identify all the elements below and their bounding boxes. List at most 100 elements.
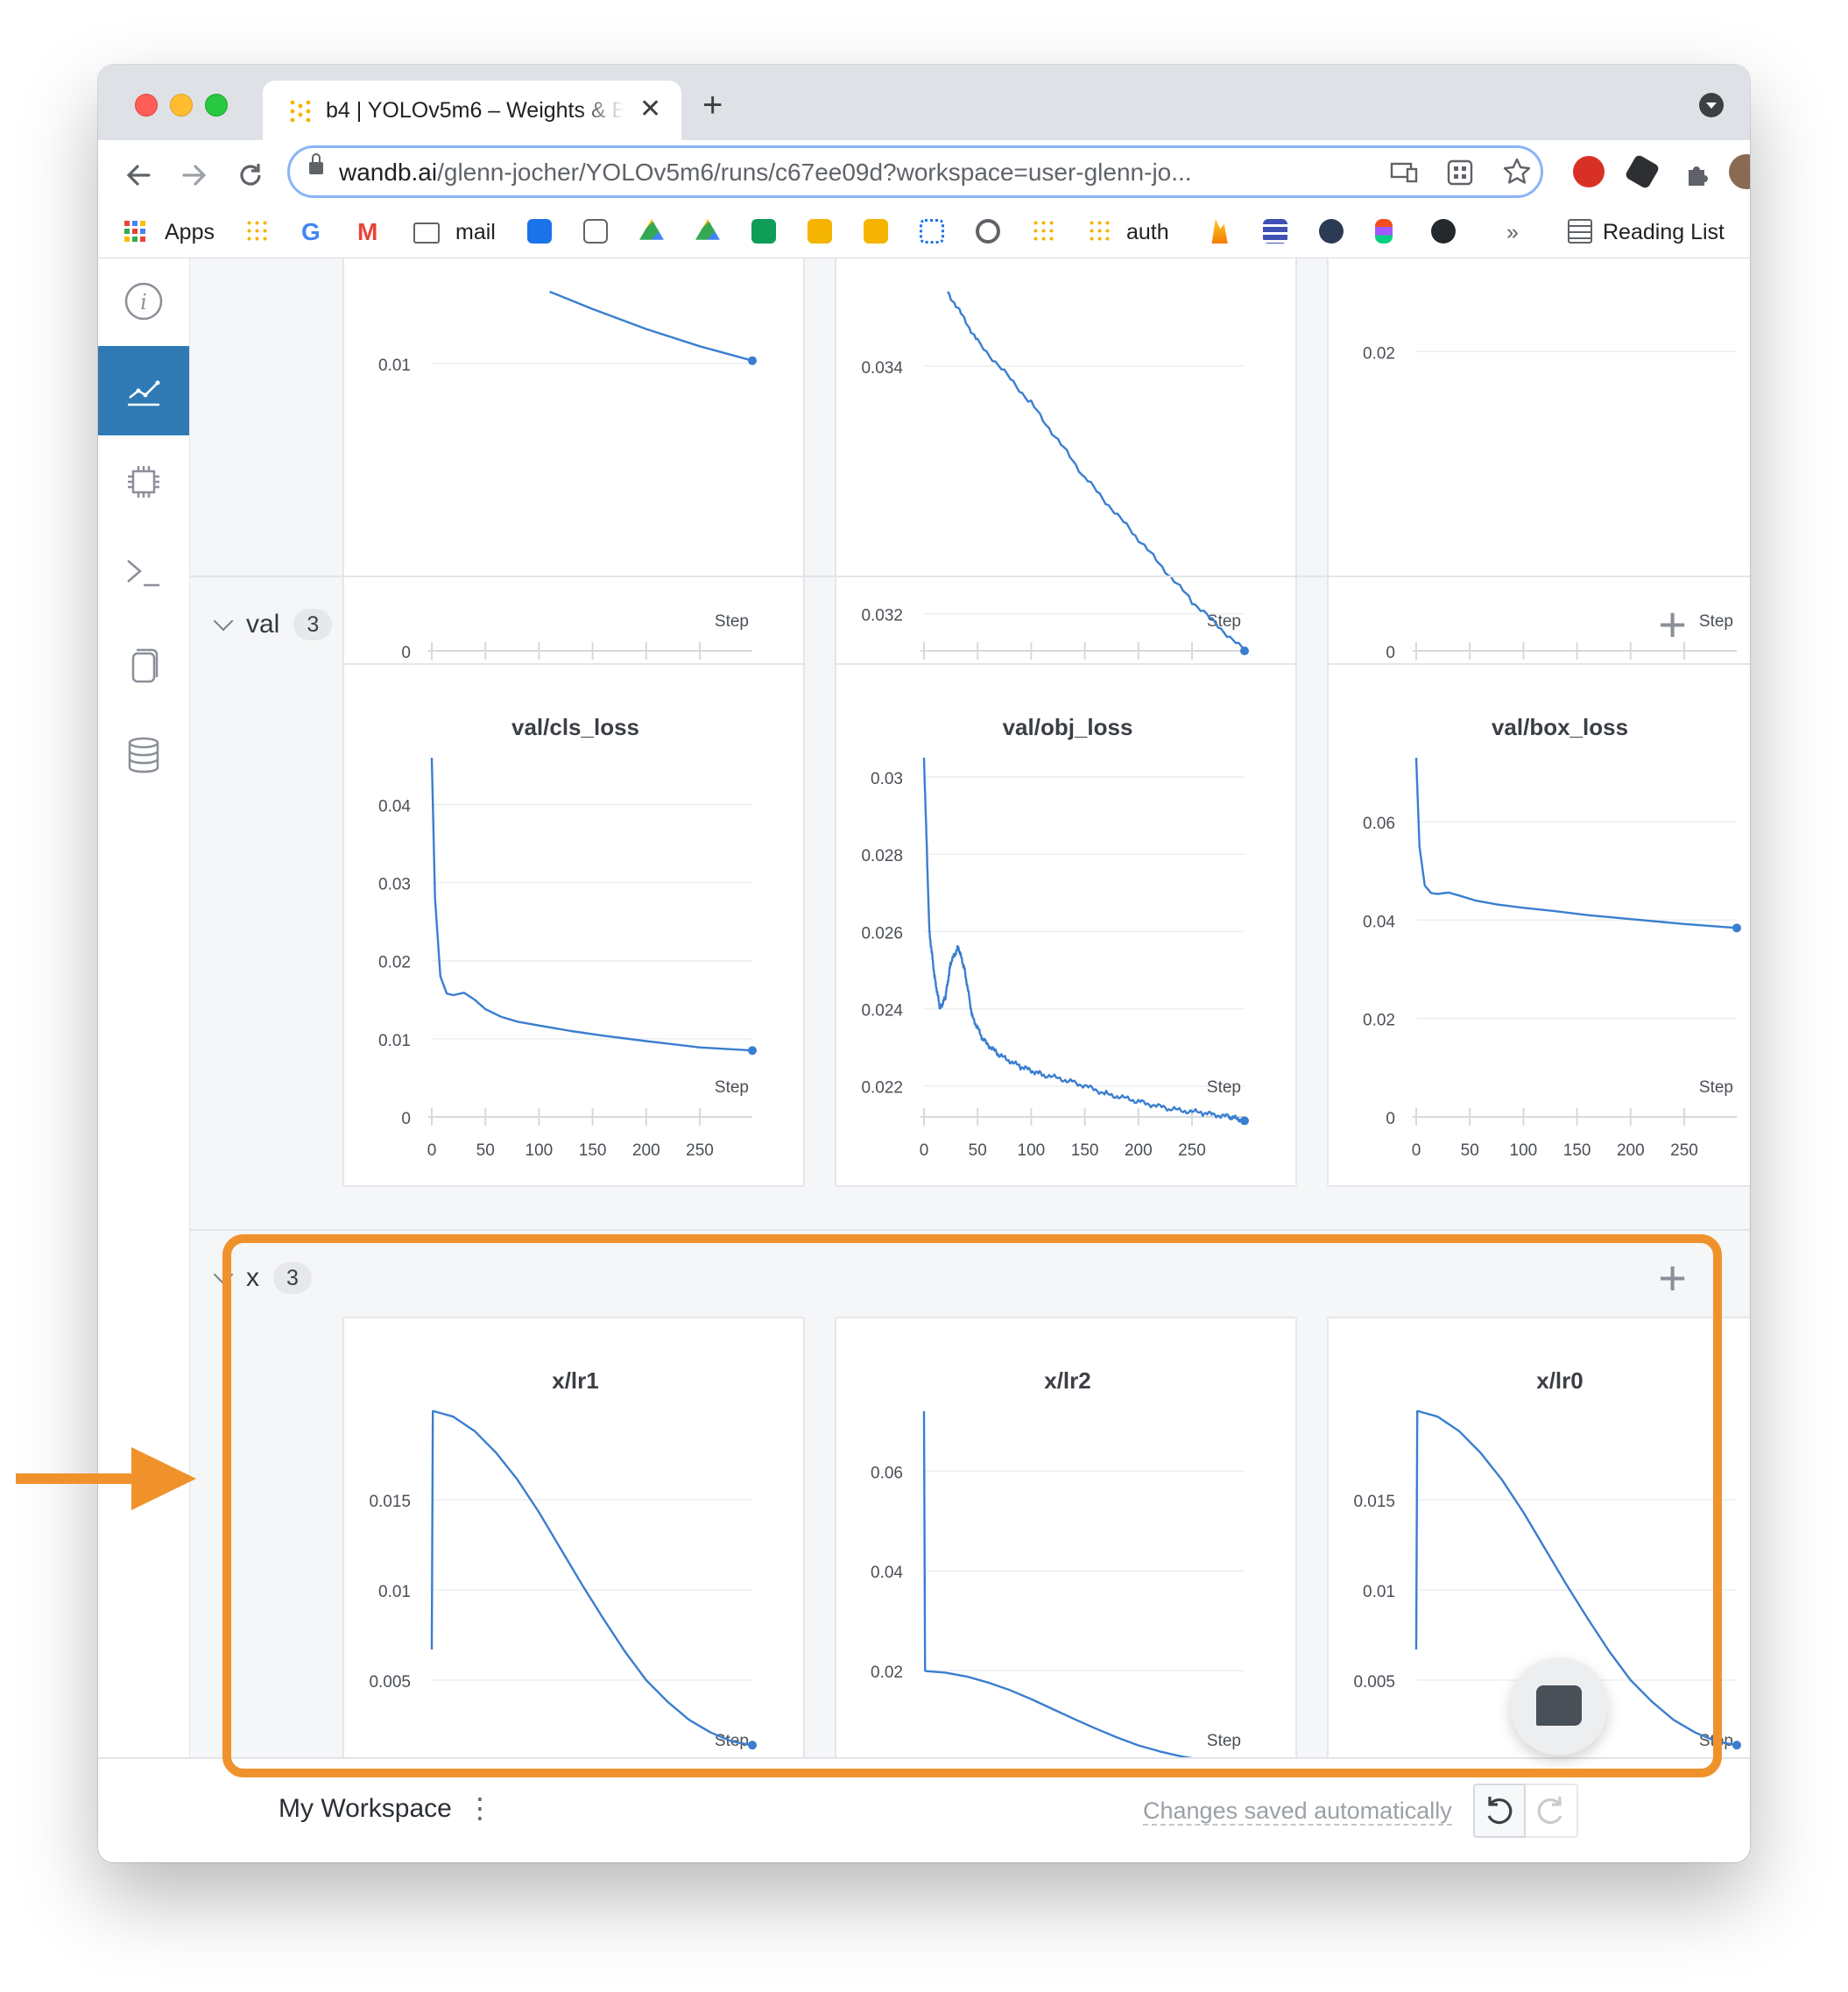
extensions-icon[interactable] — [1683, 158, 1713, 187]
undo-button[interactable] — [1473, 1784, 1526, 1838]
bookmark-auth[interactable]: auth — [1126, 217, 1169, 247]
chart-panel-val-box-loss[interactable]: val/box_loss 0 0.02 0.04 0.06 0 50 100 150 200 250… — [1327, 663, 1750, 1187]
bookmark-mail[interactable]: mail — [455, 217, 496, 247]
address-bar[interactable]: wandb.ai/glenn-jocher/YOLOv5m6/runs/c67e… — [287, 145, 1543, 198]
x-tick-label: 150 — [579, 1141, 607, 1160]
chart-panel-top-2[interactable]: 0.0320.034050100150200250Step — [835, 258, 1297, 721]
x-tick-label: 200 — [632, 1141, 660, 1160]
y-tick-label: 0.01 — [378, 1032, 411, 1050]
github-bookmark-icon[interactable] — [1431, 219, 1456, 244]
y-tick-label: 0 — [401, 644, 411, 662]
section-header-val[interactable]: val 3 — [211, 605, 333, 644]
chrome-bookmark-icon[interactable] — [976, 219, 1000, 244]
close-window-button[interactable] — [135, 94, 158, 117]
chart-title: val/box_loss — [1492, 714, 1628, 740]
series-end-point — [748, 356, 757, 365]
x-axis-label: Step — [1699, 612, 1733, 631]
redo-button[interactable] — [1526, 1784, 1578, 1838]
chevron-down-icon[interactable] — [213, 611, 234, 632]
series-line — [922, 757, 1245, 1123]
calendar-bookmark-icon[interactable] — [527, 219, 552, 244]
y-tick-label: 0.028 — [861, 847, 903, 865]
x-axis-label: Step — [1207, 612, 1241, 631]
wandb-bookmark-icon-2[interactable] — [1032, 219, 1056, 244]
new-tab-button[interactable]: + — [702, 88, 723, 123]
ublock-extension-icon[interactable] — [1573, 156, 1605, 187]
chart-panel-val-cls-loss[interactable]: val/cls_loss 0 0.01 0.02 0.03 0.04 0 50 100 150 20… — [342, 663, 805, 1187]
y-tick-label: 0.022 — [861, 1079, 903, 1098]
section-count-badge: 3 — [293, 609, 333, 640]
sidebar-item-charts[interactable] — [98, 346, 189, 435]
bookmark-apps[interactable]: Apps — [165, 217, 215, 247]
y-tick-label: 0.032 — [861, 607, 903, 625]
maximize-window-button[interactable] — [205, 94, 228, 117]
sidebar-item-artifacts[interactable] — [98, 710, 189, 800]
section-divider — [190, 576, 1750, 577]
page-bookmark-icon[interactable] — [583, 219, 608, 244]
cube-extension-icon[interactable] — [1624, 153, 1661, 190]
bookmarks-overflow-icon[interactable]: » — [1506, 217, 1519, 247]
y-tick-label: 0.03 — [378, 876, 411, 894]
tab-search-icon[interactable] — [1699, 93, 1724, 117]
y-tick-label: 0.02 — [1363, 1012, 1395, 1030]
chart-panel-top-1[interactable]: 00.01050100150200250Step — [342, 258, 805, 721]
chip-bookmark-icon[interactable] — [920, 219, 944, 244]
y-tick-label: 0.02 — [1363, 344, 1395, 363]
figma-bookmark-icon[interactable] — [1375, 219, 1393, 244]
x-tick-label: 0 — [427, 1141, 437, 1160]
series-end-point — [1240, 646, 1249, 655]
bookmarks-bar: Apps G M mail auth » Reading List — [98, 207, 1750, 258]
series-end-point — [1732, 923, 1741, 933]
y-tick-label: 0 — [401, 1110, 411, 1128]
server-bookmark-icon[interactable] — [1263, 219, 1287, 244]
google-bookmark-icon[interactable]: G — [301, 217, 321, 247]
box-bookmark-icon[interactable] — [808, 219, 832, 244]
x-tick-label: 0 — [1412, 1141, 1421, 1160]
docker-bookmark-icon[interactable] — [1319, 219, 1344, 244]
lock-icon — [309, 153, 323, 174]
sidebar-item-overview[interactable]: i — [98, 258, 189, 346]
workspace-name[interactable]: My Workspace — [279, 1794, 452, 1824]
folder-icon — [413, 223, 440, 244]
tab-close-icon[interactable]: ✕ — [639, 95, 661, 124]
x-tick-label: 150 — [1071, 1141, 1099, 1160]
back-icon[interactable] — [123, 159, 154, 191]
chart-panel-val-obj-loss[interactable]: val/obj_loss 0.022 0.024 0.026 0.028 0.03 0 50 1… — [835, 663, 1297, 1187]
series-line — [430, 757, 753, 1052]
x-axis-label: Step — [1207, 1078, 1241, 1097]
profile-avatar[interactable] — [1729, 154, 1750, 189]
firebase-bookmark-icon[interactable] — [1211, 219, 1228, 244]
gmail-bookmark-icon[interactable]: M — [357, 217, 377, 247]
series-line — [946, 291, 1245, 652]
files-icon — [131, 648, 159, 683]
x-tick-label: 50 — [476, 1141, 495, 1160]
y-tick-label: 0.01 — [378, 357, 411, 375]
sheets-bookmark-icon[interactable] — [751, 219, 776, 244]
box-bookmark-icon-2[interactable] — [864, 219, 888, 244]
sidebar-item-files[interactable] — [98, 619, 189, 709]
x-tick-label: 50 — [969, 1141, 987, 1160]
cast-icon[interactable] — [1390, 160, 1418, 185]
workspace-menu-icon[interactable]: ⋮ — [466, 1792, 494, 1824]
star-icon[interactable] — [1502, 157, 1532, 187]
browser-tab-active[interactable]: b4 | YOLOv5m6 – Weights & Biases ✕ — [263, 81, 681, 140]
drive-bookmark-icon[interactable] — [639, 219, 664, 240]
y-tick-label: 0.04 — [378, 797, 411, 816]
x-tick-label: 200 — [1125, 1141, 1153, 1160]
drive-bookmark-icon-2[interactable] — [695, 219, 720, 240]
qr-code-icon[interactable] — [1446, 159, 1474, 187]
sidebar-item-logs[interactable] — [98, 528, 189, 618]
reload-icon[interactable] — [235, 159, 266, 191]
x-tick-label: 150 — [1563, 1141, 1591, 1160]
y-tick-label: 0.04 — [1363, 913, 1395, 931]
minimize-window-button[interactable] — [170, 94, 193, 117]
add-panel-icon[interactable]: + — [1658, 600, 1687, 649]
wandb-bookmark-icon-3[interactable] — [1088, 219, 1112, 244]
wandb-bookmark-icon[interactable] — [245, 219, 270, 244]
y-tick-label: 0 — [1386, 1110, 1395, 1128]
forward-icon[interactable] — [179, 159, 210, 191]
sidebar-item-system[interactable] — [98, 437, 189, 526]
reading-list-button[interactable]: Reading List — [1603, 217, 1725, 247]
redo-icon — [1537, 1797, 1562, 1825]
x-tick-label: 250 — [1178, 1141, 1206, 1160]
